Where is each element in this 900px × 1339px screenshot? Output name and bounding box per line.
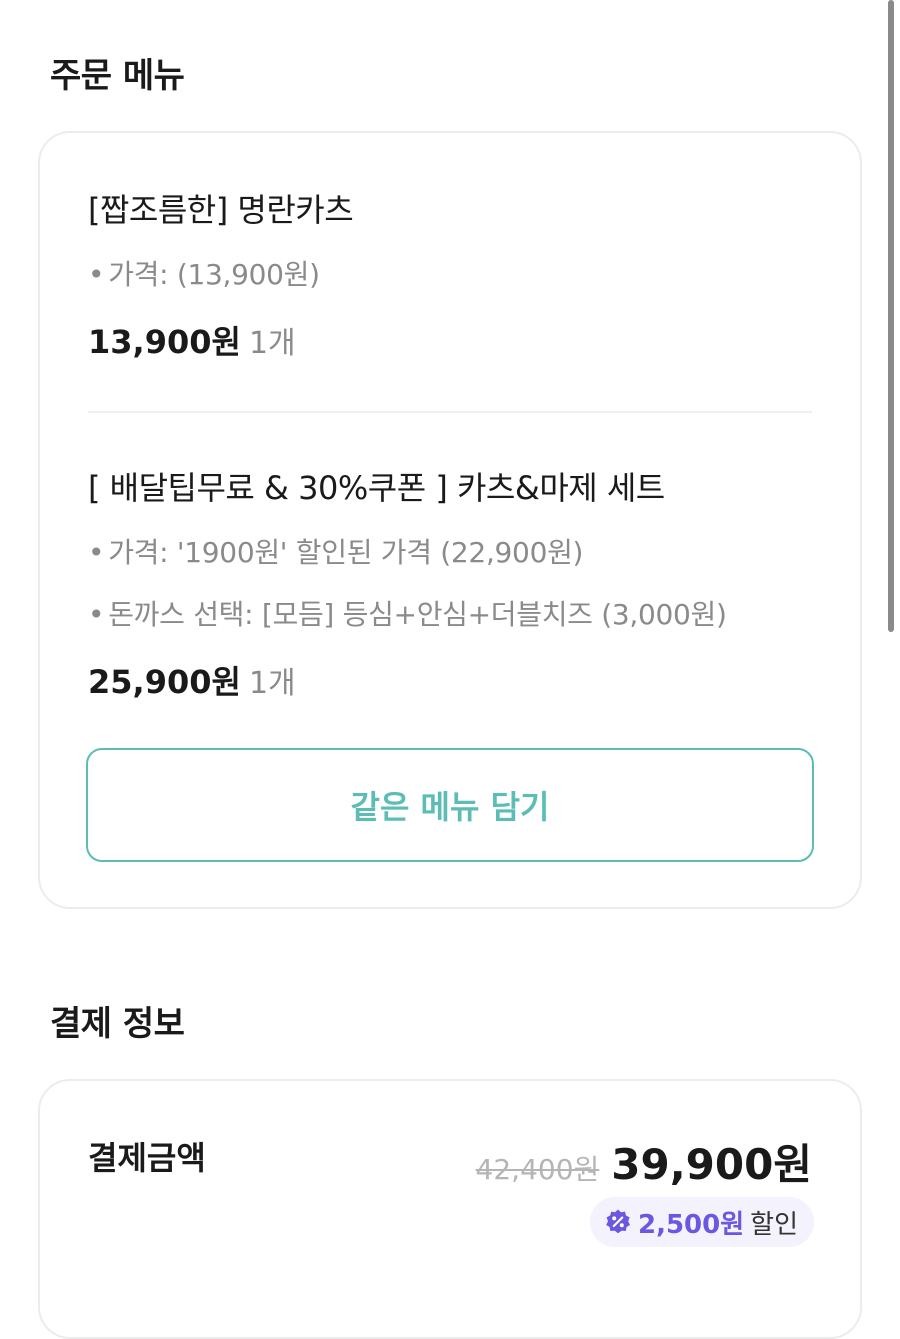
item-option: • 가격: (13,900원) xyxy=(88,253,812,293)
item-option-text: 돈까스 선택: [모듬] 등심+안심+더블치즈 (3,000원) xyxy=(108,598,727,631)
bullet-icon: • xyxy=(88,598,105,631)
item-option: • 돈까스 선택: [모듬] 등심+안심+더블치즈 (3,000원) xyxy=(88,593,812,633)
item-divider xyxy=(88,411,812,413)
item-name: [짭조름한] 명란카츠 xyxy=(88,191,354,229)
discount-amount: 2,500원 xyxy=(637,1209,745,1240)
item-quantity: 1개 xyxy=(248,326,296,361)
item-option-text: 가격: '1900원' 할인된 가격 (22,900원) xyxy=(108,536,584,569)
payment-section-title: 결제 정보 xyxy=(50,1004,185,1044)
item-option: • 가격: '1900원' 할인된 가격 (22,900원) xyxy=(88,531,812,571)
order-menu-card: [짭조름한] 명란카츠 • 가격: (13,900원) 13,900원 1개 [ 배… xyxy=(38,131,862,909)
item-price: 25,900원 xyxy=(88,663,241,701)
order-item: [ 배달팁무료 & 30%쿠폰 ] 카츠&마제 세트 • 가격: '1900원' … xyxy=(88,463,812,703)
add-same-menu-button[interactable]: 같은 메뉴 담기 xyxy=(86,748,814,862)
bullet-icon: • xyxy=(88,536,105,569)
bullet-icon: • xyxy=(88,258,105,291)
scrollbar[interactable] xyxy=(888,0,894,632)
final-price: 39,900원 xyxy=(611,1140,812,1189)
discount-suffix: 할인 xyxy=(750,1209,798,1240)
payment-card: 결제금액 42,400원 39,900원 2,500원 할인 xyxy=(38,1079,862,1339)
item-name: [ 배달팁무료 & 30%쿠폰 ] 카츠&마제 세트 xyxy=(88,469,665,507)
item-price-row: 13,900원 1개 xyxy=(88,317,812,363)
item-option-text: 가격: (13,900원) xyxy=(108,258,320,291)
payment-amounts: 42,400원 39,900원 xyxy=(476,1131,812,1192)
item-price-row: 25,900원 1개 xyxy=(88,657,812,703)
order-section-title: 주문 메뉴 xyxy=(50,56,185,96)
item-quantity: 1개 xyxy=(248,666,296,701)
original-price: 42,400원 xyxy=(475,1153,600,1186)
order-item: [짭조름한] 명란카츠 • 가격: (13,900원) 13,900원 1개 xyxy=(88,185,812,363)
payment-amount-label: 결제금액 xyxy=(88,1139,206,1177)
item-price: 13,900원 xyxy=(88,323,241,361)
discount-badge: 2,500원 할인 xyxy=(589,1197,814,1247)
discount-badge-icon xyxy=(606,1209,630,1234)
